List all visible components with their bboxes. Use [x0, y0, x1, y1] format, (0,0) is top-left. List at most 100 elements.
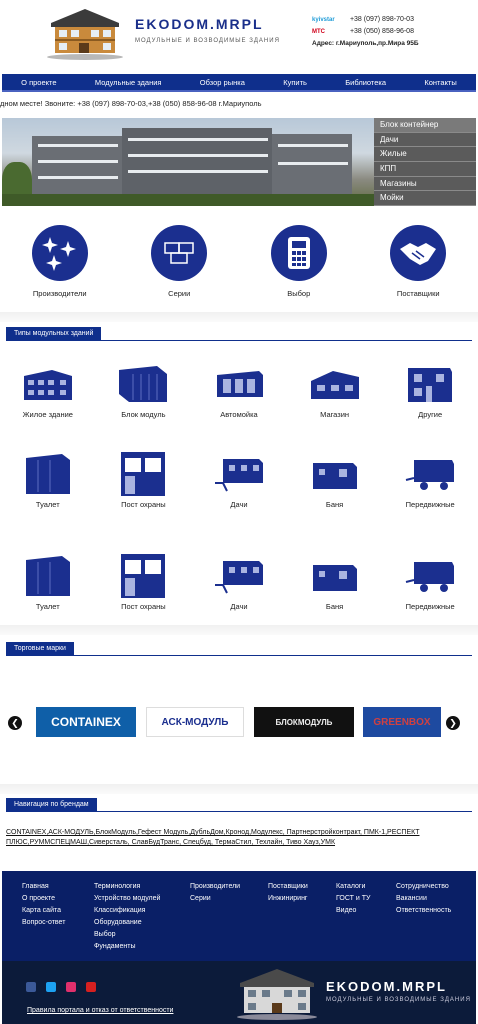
nav-contacts[interactable]: Контакты	[424, 78, 456, 87]
footer-link[interactable]: О проекте	[22, 893, 65, 905]
type-other[interactable]: Другие	[382, 362, 478, 419]
nav-buy[interactable]: Купить	[283, 78, 307, 87]
instagram-icon[interactable]	[66, 982, 76, 992]
side-menu-item[interactable]: КПП	[374, 162, 476, 177]
footer-link[interactable]: Устройство модулей	[94, 893, 160, 905]
type-label: Пост охраны	[121, 500, 166, 509]
footer-logo-title[interactable]: EKODOM.MRPL	[326, 979, 447, 994]
footer-link[interactable]: Вопрос-ответ	[22, 917, 65, 929]
category-choice[interactable]: Выбор	[239, 225, 359, 298]
type-label: Туалет	[35, 500, 60, 509]
brand-containex[interactable]: CONTAINEX	[36, 707, 136, 737]
type-label: Передвижные	[405, 602, 455, 611]
sauna-icon	[312, 565, 357, 591]
footer-link[interactable]: Поставщики	[268, 881, 308, 893]
type-residential[interactable]: Жилое здание	[0, 362, 96, 419]
type-guard-post[interactable]: Пост охраны	[96, 452, 192, 509]
phone-kyivstar[interactable]: +38 (097) 898-70-03	[350, 16, 414, 23]
handshake-icon	[390, 225, 447, 281]
separator	[0, 312, 478, 322]
footer-link[interactable]: Фундаменты	[94, 941, 160, 953]
type-block-module[interactable]: Блок модуль	[96, 362, 192, 419]
type-label: Передвижные	[405, 500, 455, 509]
category-label: Серии	[168, 289, 191, 298]
containers-icon	[151, 225, 208, 281]
nav-about[interactable]: О проекте	[21, 78, 56, 87]
type-shop[interactable]: Магазин	[287, 362, 383, 419]
nav-market[interactable]: Обзор рынка	[200, 78, 245, 87]
type-mobile[interactable]: Передвижные	[382, 452, 478, 509]
carousel-prev-icon[interactable]: ❮	[8, 716, 22, 730]
nav-library[interactable]: Библиотека	[345, 78, 386, 87]
type-toilet[interactable]: Туалет	[0, 452, 96, 509]
footer-link[interactable]: ГОСТ и ТУ	[336, 893, 370, 905]
block-module-icon	[119, 366, 168, 402]
footer-col-3: Производители Серии	[190, 881, 240, 905]
footer-link[interactable]: Карта сайта	[22, 905, 65, 917]
phone-mts[interactable]: +38 (050) 858-96-08	[350, 28, 414, 35]
side-menu-item[interactable]: Блок контейнер	[374, 118, 476, 133]
type-sauna[interactable]: Баня	[287, 554, 383, 611]
brand-ask-module[interactable]: АСК-МОДУЛЬ	[146, 707, 244, 737]
types-row: Жилое здание Блок модуль Автомойка Магаз…	[0, 362, 478, 419]
type-label: Автомойка	[220, 410, 258, 419]
footer-link[interactable]: Серии	[190, 893, 240, 905]
footer-link[interactable]: Видео	[336, 905, 370, 917]
type-mobile[interactable]: Передвижные	[382, 554, 478, 611]
footer-link[interactable]: Ответственность	[396, 905, 451, 917]
footer-link[interactable]: Главная	[22, 881, 65, 893]
dacha-icon	[214, 561, 263, 594]
footer-link[interactable]: Инжиниринг	[268, 893, 308, 905]
type-carwash[interactable]: Автомойка	[191, 362, 287, 419]
footer-link[interactable]: Производители	[190, 881, 240, 893]
mobile-trailer-icon	[405, 460, 455, 490]
brand-links[interactable]: CONTAINEX,АСК-МОДУЛЬ,БлокМодуль,Гефест М…	[6, 828, 472, 848]
brand-blockmodule[interactable]: БЛОКМОДУЛЬ	[254, 707, 354, 737]
calculator-icon	[270, 225, 327, 281]
type-label: Магазин	[320, 410, 350, 419]
logo-title[interactable]: EKODOM.MRPL	[135, 16, 264, 32]
side-menu-item[interactable]: Дачи	[374, 132, 476, 148]
page: { "header": { "logo_title": "EKODOM.MRPL…	[0, 0, 478, 1024]
side-menu-item[interactable]: Мойки	[374, 191, 476, 207]
footer: Главная О проекте Карта сайта Вопрос-отв…	[2, 871, 476, 961]
type-label: Блок модуль	[121, 410, 166, 419]
section-title-types: Типы модульных зданий	[6, 327, 102, 341]
footer-link[interactable]: Каталоги	[336, 881, 370, 893]
side-menu-item[interactable]: Жилые	[374, 147, 476, 163]
logo-house-icon[interactable]	[45, 5, 125, 61]
category-series[interactable]: Серии	[120, 225, 240, 298]
twitter-icon[interactable]	[46, 982, 56, 992]
brand-links-text[interactable]: CONTAINEX,АСК-МОДУЛЬ,БлокМодуль,Гефест М…	[6, 829, 419, 846]
category-manufacturers[interactable]: Производители	[0, 225, 120, 298]
type-sauna[interactable]: Баня	[287, 452, 383, 509]
logo-subtitle: МОДУЛЬНЫЕ И ВОЗВОДИМЫЕ ЗДАНИЯ	[135, 38, 280, 44]
type-dacha[interactable]: Дачи	[191, 554, 287, 611]
type-dacha[interactable]: Дачи	[191, 452, 287, 509]
footer-link[interactable]: Терминология	[94, 881, 160, 893]
footer-link[interactable]: Выбор	[94, 929, 160, 941]
footer-link[interactable]: Оборудование	[94, 917, 160, 929]
type-label: Дачи	[230, 602, 248, 611]
kyivstar-logo: kyivstar	[312, 17, 335, 23]
nav-modular[interactable]: Модульные здания	[95, 78, 162, 87]
footer-link[interactable]: Вакансии	[396, 893, 451, 905]
type-toilet[interactable]: Туалет	[0, 554, 96, 611]
footer-link[interactable]: Классификация	[94, 905, 160, 917]
address: Адрес: г.Мариуполь,пр.Мира 95Б	[312, 40, 419, 47]
type-guard-post[interactable]: Пост охраны	[96, 554, 192, 611]
type-label: Пост охраны	[121, 602, 166, 611]
carousel-next-icon[interactable]: ❯	[446, 716, 460, 730]
brand-greenbox[interactable]: GREENBOX	[363, 707, 441, 737]
type-label: Дачи	[230, 500, 248, 509]
category-label: Выбор	[287, 289, 311, 298]
google-plus-icon[interactable]	[86, 982, 96, 992]
portal-rules-link[interactable]: Правила портала и отказ от ответственнос…	[27, 1007, 173, 1014]
footer-link[interactable]: Сотрудничество	[396, 881, 451, 893]
side-menu-item[interactable]: Магазины	[374, 176, 476, 192]
footer-logo-house-icon[interactable]	[234, 965, 320, 1021]
section-title-brand-nav: Навигация по брендам	[6, 798, 97, 812]
facebook-icon[interactable]	[26, 982, 36, 992]
category-suppliers[interactable]: Поставщики	[359, 225, 478, 298]
type-label: Другие	[418, 410, 443, 419]
